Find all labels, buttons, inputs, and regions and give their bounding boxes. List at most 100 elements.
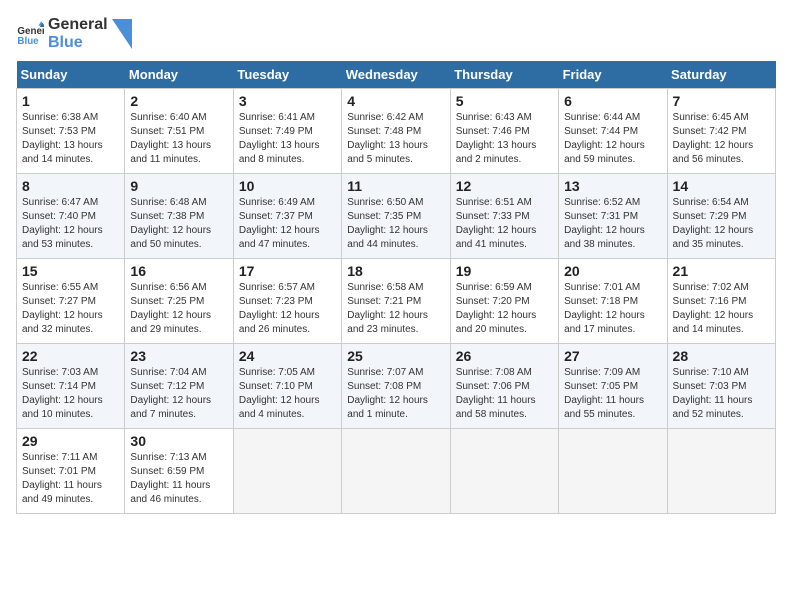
calendar-day-cell: 26 Sunrise: 7:08 AMSunset: 7:06 PMDaylig… [450, 344, 558, 429]
weekday-header-friday: Friday [559, 61, 667, 89]
day-number: 7 [673, 93, 770, 109]
day-number: 25 [347, 348, 444, 364]
day-info: Sunrise: 7:08 AMSunset: 7:06 PMDaylight:… [456, 367, 536, 420]
calendar-header: SundayMondayTuesdayWednesdayThursdayFrid… [17, 61, 776, 89]
page-header: General Blue General Blue [16, 16, 776, 51]
logo-blue: Blue [48, 34, 108, 52]
calendar-day-cell: 14 Sunrise: 6:54 AMSunset: 7:29 PMDaylig… [667, 174, 775, 259]
logo-general: General [48, 16, 108, 34]
calendar-day-cell: 12 Sunrise: 6:51 AMSunset: 7:33 PMDaylig… [450, 174, 558, 259]
day-number: 23 [130, 348, 227, 364]
calendar-day-cell: 4 Sunrise: 6:42 AMSunset: 7:48 PMDayligh… [342, 89, 450, 174]
calendar-day-cell: 17 Sunrise: 6:57 AMSunset: 7:23 PMDaylig… [233, 259, 341, 344]
day-number: 5 [456, 93, 553, 109]
calendar-day-cell: 8 Sunrise: 6:47 AMSunset: 7:40 PMDayligh… [17, 174, 125, 259]
calendar-week-row: 29 Sunrise: 7:11 AMSunset: 7:01 PMDaylig… [17, 429, 776, 514]
day-number: 24 [239, 348, 336, 364]
calendar-day-cell [342, 429, 450, 514]
day-info: Sunrise: 7:10 AMSunset: 7:03 PMDaylight:… [673, 367, 753, 420]
calendar-day-cell: 3 Sunrise: 6:41 AMSunset: 7:49 PMDayligh… [233, 89, 341, 174]
day-number: 20 [564, 263, 661, 279]
calendar-week-row: 15 Sunrise: 6:55 AMSunset: 7:27 PMDaylig… [17, 259, 776, 344]
day-info: Sunrise: 6:44 AMSunset: 7:44 PMDaylight:… [564, 112, 645, 165]
calendar-day-cell: 23 Sunrise: 7:04 AMSunset: 7:12 PMDaylig… [125, 344, 233, 429]
day-number: 14 [673, 178, 770, 194]
calendar-day-cell: 19 Sunrise: 6:59 AMSunset: 7:20 PMDaylig… [450, 259, 558, 344]
calendar-day-cell: 2 Sunrise: 6:40 AMSunset: 7:51 PMDayligh… [125, 89, 233, 174]
day-number: 28 [673, 348, 770, 364]
day-info: Sunrise: 6:54 AMSunset: 7:29 PMDaylight:… [673, 197, 754, 250]
day-info: Sunrise: 6:57 AMSunset: 7:23 PMDaylight:… [239, 282, 320, 335]
day-info: Sunrise: 6:58 AMSunset: 7:21 PMDaylight:… [347, 282, 428, 335]
day-number: 2 [130, 93, 227, 109]
calendar-day-cell: 25 Sunrise: 7:07 AMSunset: 7:08 PMDaylig… [342, 344, 450, 429]
weekday-header-thursday: Thursday [450, 61, 558, 89]
calendar-day-cell: 22 Sunrise: 7:03 AMSunset: 7:14 PMDaylig… [17, 344, 125, 429]
calendar-day-cell [559, 429, 667, 514]
day-number: 12 [456, 178, 553, 194]
day-info: Sunrise: 6:52 AMSunset: 7:31 PMDaylight:… [564, 197, 645, 250]
day-number: 10 [239, 178, 336, 194]
day-info: Sunrise: 6:45 AMSunset: 7:42 PMDaylight:… [673, 112, 754, 165]
day-info: Sunrise: 7:03 AMSunset: 7:14 PMDaylight:… [22, 367, 103, 420]
calendar-day-cell: 9 Sunrise: 6:48 AMSunset: 7:38 PMDayligh… [125, 174, 233, 259]
day-number: 15 [22, 263, 119, 279]
day-number: 11 [347, 178, 444, 194]
calendar-day-cell: 5 Sunrise: 6:43 AMSunset: 7:46 PMDayligh… [450, 89, 558, 174]
day-info: Sunrise: 6:40 AMSunset: 7:51 PMDaylight:… [130, 112, 211, 165]
calendar-day-cell: 7 Sunrise: 6:45 AMSunset: 7:42 PMDayligh… [667, 89, 775, 174]
day-info: Sunrise: 7:11 AMSunset: 7:01 PMDaylight:… [22, 452, 102, 505]
calendar-day-cell: 28 Sunrise: 7:10 AMSunset: 7:03 PMDaylig… [667, 344, 775, 429]
day-number: 4 [347, 93, 444, 109]
day-info: Sunrise: 7:01 AMSunset: 7:18 PMDaylight:… [564, 282, 645, 335]
day-info: Sunrise: 6:51 AMSunset: 7:33 PMDaylight:… [456, 197, 537, 250]
day-number: 18 [347, 263, 444, 279]
calendar-day-cell: 1 Sunrise: 6:38 AMSunset: 7:53 PMDayligh… [17, 89, 125, 174]
calendar-day-cell: 30 Sunrise: 7:13 AMSunset: 6:59 PMDaylig… [125, 429, 233, 514]
calendar-day-cell [667, 429, 775, 514]
calendar-day-cell: 18 Sunrise: 6:58 AMSunset: 7:21 PMDaylig… [342, 259, 450, 344]
day-info: Sunrise: 6:42 AMSunset: 7:48 PMDaylight:… [347, 112, 428, 165]
day-info: Sunrise: 6:47 AMSunset: 7:40 PMDaylight:… [22, 197, 103, 250]
day-number: 13 [564, 178, 661, 194]
day-number: 9 [130, 178, 227, 194]
day-info: Sunrise: 6:55 AMSunset: 7:27 PMDaylight:… [22, 282, 103, 335]
day-info: Sunrise: 7:07 AMSunset: 7:08 PMDaylight:… [347, 367, 428, 420]
calendar-day-cell: 24 Sunrise: 7:05 AMSunset: 7:10 PMDaylig… [233, 344, 341, 429]
day-info: Sunrise: 7:13 AMSunset: 6:59 PMDaylight:… [130, 452, 210, 505]
logo: General Blue General Blue [16, 16, 132, 51]
calendar-table: SundayMondayTuesdayWednesdayThursdayFrid… [16, 61, 776, 514]
calendar-week-row: 22 Sunrise: 7:03 AMSunset: 7:14 PMDaylig… [17, 344, 776, 429]
day-info: Sunrise: 6:48 AMSunset: 7:38 PMDaylight:… [130, 197, 211, 250]
calendar-day-cell: 13 Sunrise: 6:52 AMSunset: 7:31 PMDaylig… [559, 174, 667, 259]
calendar-week-row: 8 Sunrise: 6:47 AMSunset: 7:40 PMDayligh… [17, 174, 776, 259]
day-info: Sunrise: 7:04 AMSunset: 7:12 PMDaylight:… [130, 367, 211, 420]
calendar-day-cell [233, 429, 341, 514]
day-info: Sunrise: 6:59 AMSunset: 7:20 PMDaylight:… [456, 282, 537, 335]
day-number: 19 [456, 263, 553, 279]
logo-icon: General Blue [16, 20, 44, 48]
weekday-header-sunday: Sunday [17, 61, 125, 89]
day-number: 16 [130, 263, 227, 279]
calendar-day-cell: 10 Sunrise: 6:49 AMSunset: 7:37 PMDaylig… [233, 174, 341, 259]
day-number: 1 [22, 93, 119, 109]
calendar-day-cell: 15 Sunrise: 6:55 AMSunset: 7:27 PMDaylig… [17, 259, 125, 344]
day-number: 22 [22, 348, 119, 364]
day-number: 3 [239, 93, 336, 109]
day-info: Sunrise: 7:05 AMSunset: 7:10 PMDaylight:… [239, 367, 320, 420]
day-number: 29 [22, 433, 119, 449]
weekday-header-tuesday: Tuesday [233, 61, 341, 89]
calendar-day-cell: 6 Sunrise: 6:44 AMSunset: 7:44 PMDayligh… [559, 89, 667, 174]
day-number: 27 [564, 348, 661, 364]
day-number: 6 [564, 93, 661, 109]
calendar-week-row: 1 Sunrise: 6:38 AMSunset: 7:53 PMDayligh… [17, 89, 776, 174]
logo-arrow-icon [112, 19, 132, 49]
svg-text:Blue: Blue [17, 35, 39, 46]
weekday-header-monday: Monday [125, 61, 233, 89]
weekday-header-wednesday: Wednesday [342, 61, 450, 89]
weekday-header-saturday: Saturday [667, 61, 775, 89]
day-info: Sunrise: 6:49 AMSunset: 7:37 PMDaylight:… [239, 197, 320, 250]
day-number: 8 [22, 178, 119, 194]
day-info: Sunrise: 6:38 AMSunset: 7:53 PMDaylight:… [22, 112, 103, 165]
calendar-day-cell: 11 Sunrise: 6:50 AMSunset: 7:35 PMDaylig… [342, 174, 450, 259]
